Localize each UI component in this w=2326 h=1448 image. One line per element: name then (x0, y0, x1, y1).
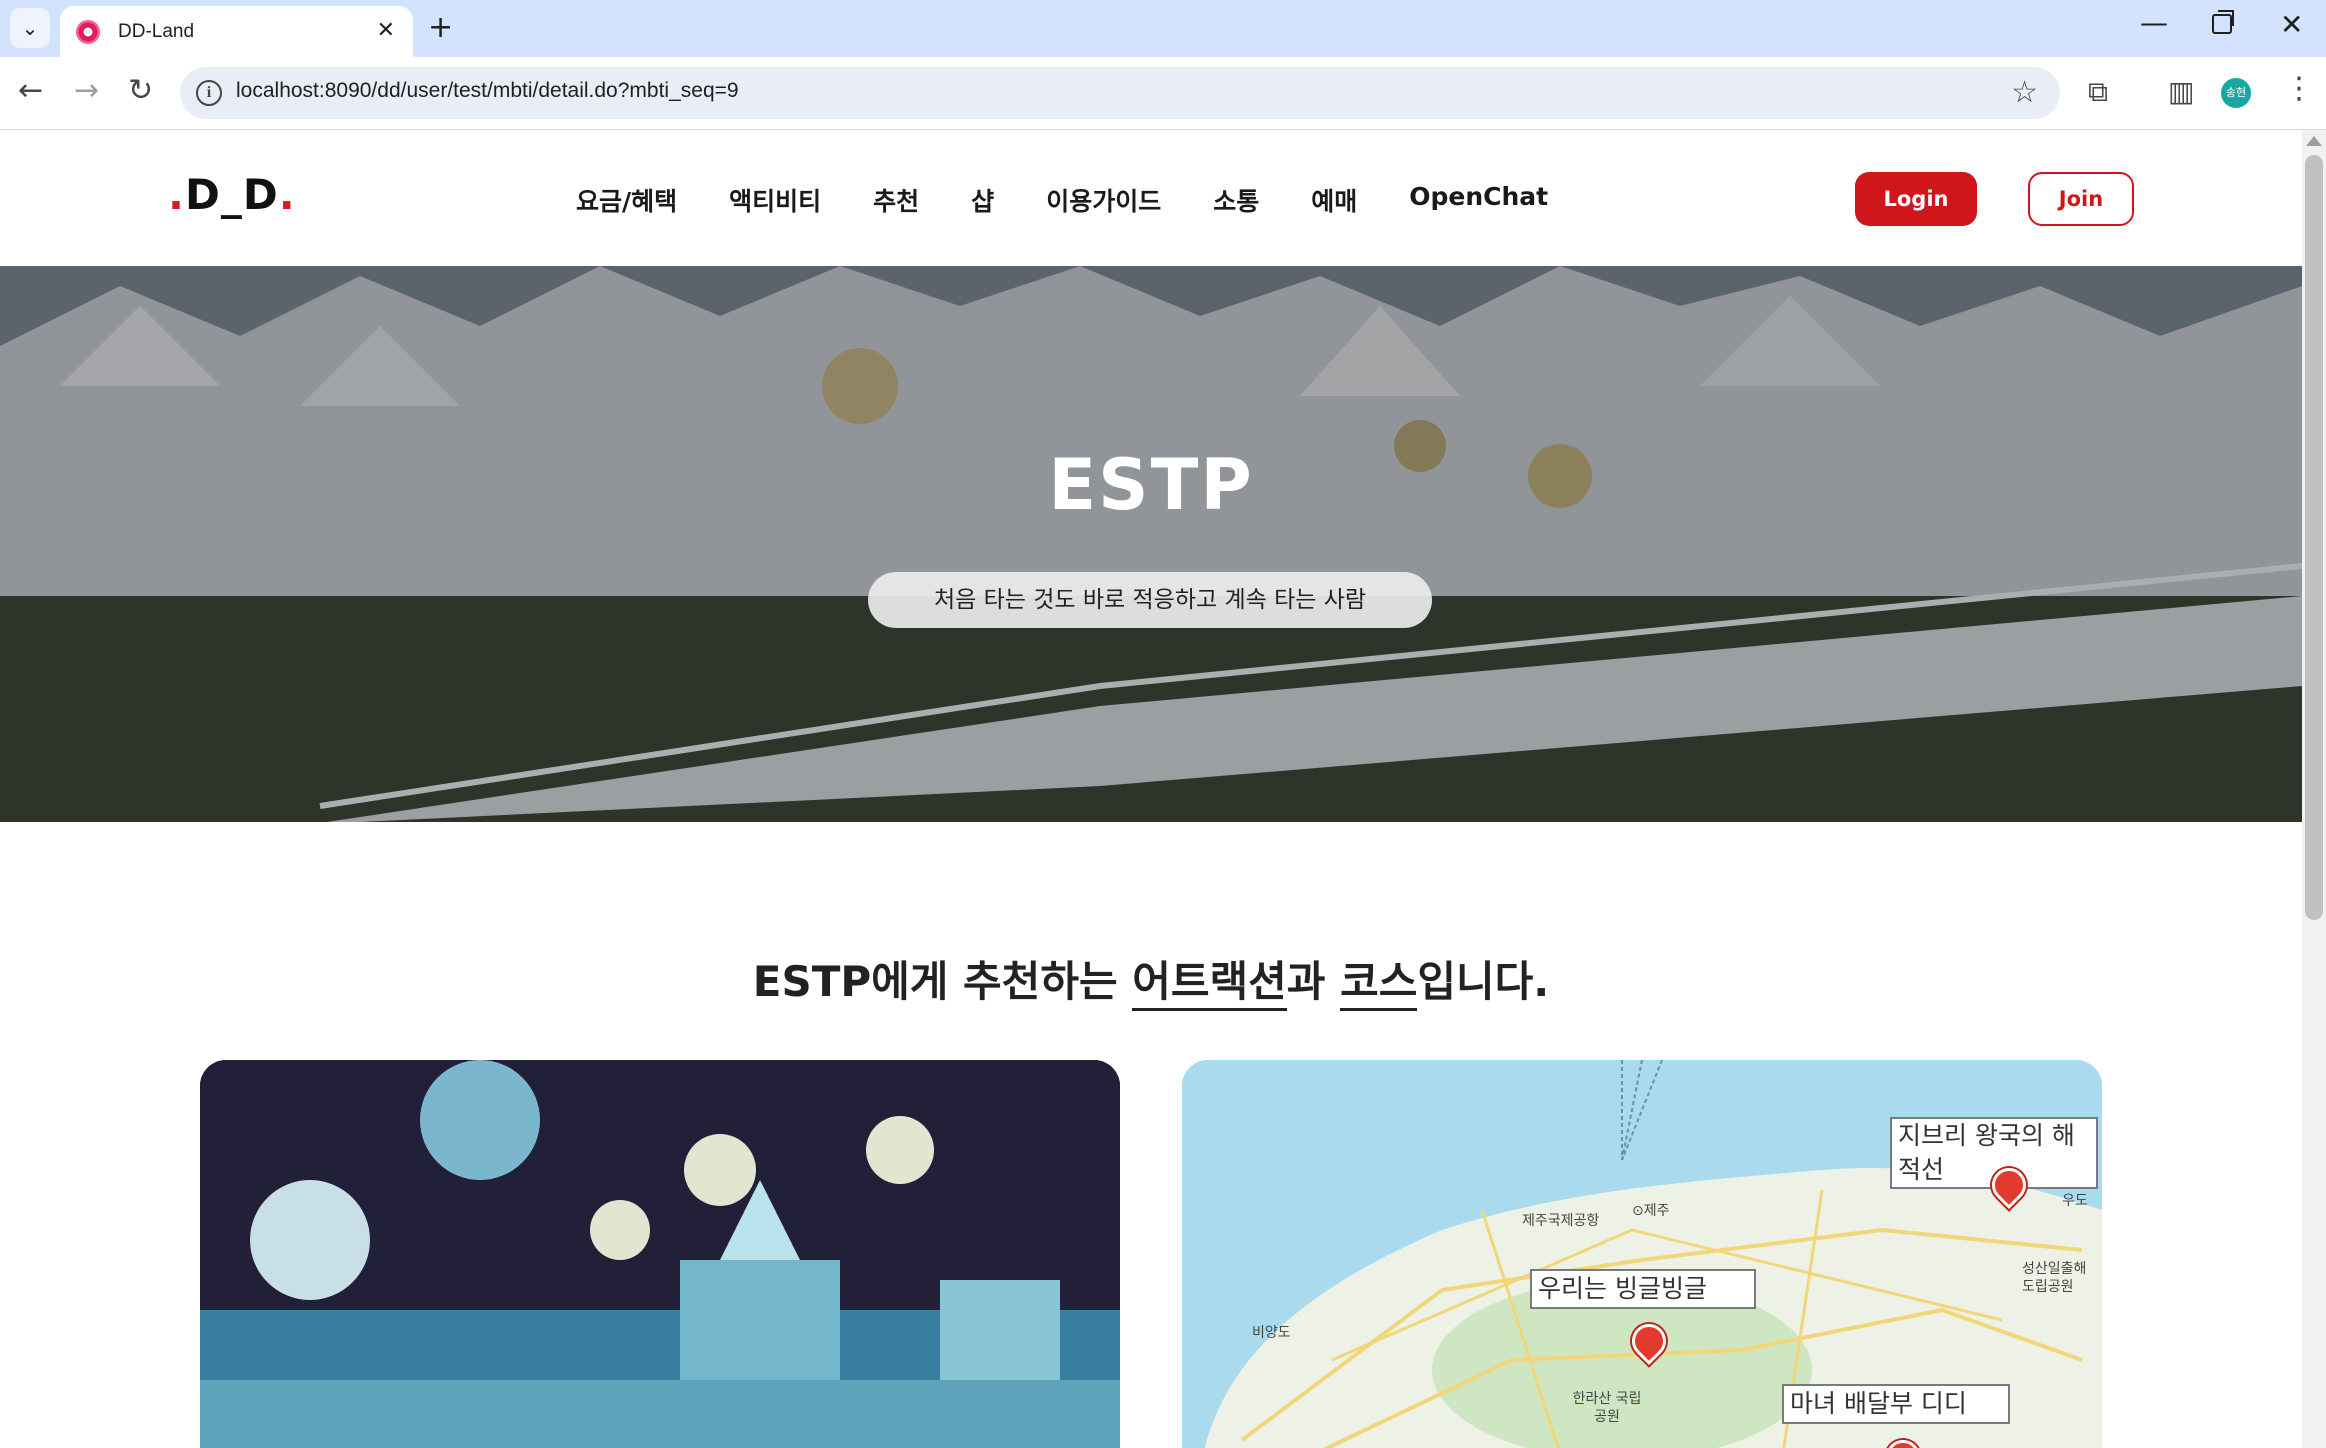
nav-item-pricing[interactable]: 요금/혜택 (576, 182, 677, 218)
section-title: ESTP에게 추천하는 어트랙션과 코스입니다. (0, 948, 2302, 1011)
logo-text: D_D (184, 170, 279, 219)
back-arrow-icon[interactable]: ← (18, 73, 43, 108)
extensions-puzzle-icon[interactable]: ⧉ (2088, 75, 2108, 109)
tab-title: DD-Land (118, 20, 195, 42)
browser-toolbar: ← → ↻ i localhost:8090/dd/user/test/mbti… (0, 57, 2326, 130)
hero-background-image (0, 266, 2302, 822)
map-label-witch-delivery[interactable]: 마녀 배달부 디디 (1782, 1384, 2010, 1424)
map-place-biyangdo: 비양도 (1252, 1325, 1291, 1341)
nav-item-shop[interactable]: 샵 (971, 182, 994, 218)
bookmark-star-icon[interactable]: ☆ (2011, 75, 2038, 110)
tab-close-icon[interactable]: ✕ (377, 18, 395, 43)
login-button[interactable]: Login (1855, 172, 1977, 226)
browser-menu-icon[interactable]: ⋮ (2284, 71, 2314, 106)
section-title-suffix: 입니다. (1417, 957, 1550, 1006)
hero-subtitle: 처음 타는 것도 바로 적응하고 계속 타는 사람 (868, 572, 1432, 628)
map-place-seongsan: 성산일출해 도립공원 (2022, 1261, 2087, 1295)
attraction-image-card[interactable] (200, 1060, 1120, 1448)
browser-tab-strip: ⌄ DD-Land ✕ + — ✕ (0, 0, 2326, 57)
new-tab-icon[interactable]: + (428, 10, 453, 45)
address-url[interactable]: localhost:8090/dd/user/test/mbti/detail.… (236, 79, 739, 103)
site-header: .D_D. 요금/혜택 액티비티 추천 샵 이용가이드 소통 예매 OpenCh… (0, 130, 2302, 266)
page-viewport: .D_D. 요금/혜택 액티비티 추천 샵 이용가이드 소통 예매 OpenCh… (0, 130, 2302, 1448)
course-map-card[interactable]: 제주국제공항 ⊙제주 비양도 한라산 국립공원 성산일출해 도립공원 우도 지브… (1182, 1060, 2102, 1448)
nav-item-community[interactable]: 소통 (1213, 182, 1259, 218)
main-nav: 요금/혜택 액티비티 추천 샵 이용가이드 소통 예매 OpenChat (576, 182, 1548, 218)
section-title-attraction: 어트랙션 (1132, 957, 1287, 1011)
map-label-spinning[interactable]: 우리는 빙글빙글 (1530, 1269, 1756, 1309)
join-button[interactable]: Join (2028, 172, 2134, 226)
reload-icon[interactable]: ↻ (128, 73, 153, 108)
forward-arrow-icon[interactable]: → (74, 73, 99, 108)
tab-search-chevron-icon[interactable]: ⌄ (10, 8, 50, 48)
map-place-udo: 우도 (2062, 1193, 2088, 1209)
window-restore-icon[interactable] (2212, 10, 2234, 34)
scroll-up-arrow-icon[interactable] (2306, 136, 2322, 146)
logo-dot-left: . (168, 170, 185, 219)
nav-item-guide[interactable]: 이용가이드 (1046, 182, 1161, 218)
window-minimize-icon[interactable]: — (2140, 6, 2168, 39)
browser-tab[interactable]: DD-Land ✕ (60, 6, 413, 57)
map-place-jeju: ⊙제주 (1632, 1203, 1670, 1219)
attraction-image (200, 1060, 1120, 1448)
map-place-airport: 제주국제공항 (1522, 1213, 1600, 1229)
nav-item-openchat[interactable]: OpenChat (1409, 182, 1548, 218)
hero-title: ESTP (1048, 444, 1254, 526)
site-favicon-icon (76, 19, 100, 44)
logo-dot-right: . (278, 170, 296, 219)
site-logo[interactable]: .D_D. (168, 170, 296, 219)
nav-item-booking[interactable]: 예매 (1311, 182, 1357, 218)
section-title-course: 코스 (1340, 957, 1418, 1011)
section-title-mid: 과 (1286, 957, 1341, 1006)
nav-item-recommend[interactable]: 추천 (873, 182, 919, 218)
nav-item-activity[interactable]: 액티비티 (729, 182, 821, 218)
section-title-prefix: ESTP에게 추천하는 (752, 957, 1133, 1006)
map-place-hallasan: 한라산 국립공원 (1572, 1391, 1642, 1425)
side-panel-icon[interactable]: ▥ (2168, 75, 2194, 108)
scrollbar-thumb[interactable] (2305, 155, 2323, 920)
site-info-icon[interactable]: i (196, 80, 222, 106)
address-bar[interactable]: i localhost:8090/dd/user/test/mbti/detai… (180, 67, 2060, 119)
profile-avatar[interactable]: 송현 (2221, 78, 2251, 108)
hero-banner: ESTP 처음 타는 것도 바로 적응하고 계속 타는 사람 (0, 266, 2302, 822)
window-close-icon[interactable]: ✕ (2280, 8, 2303, 41)
